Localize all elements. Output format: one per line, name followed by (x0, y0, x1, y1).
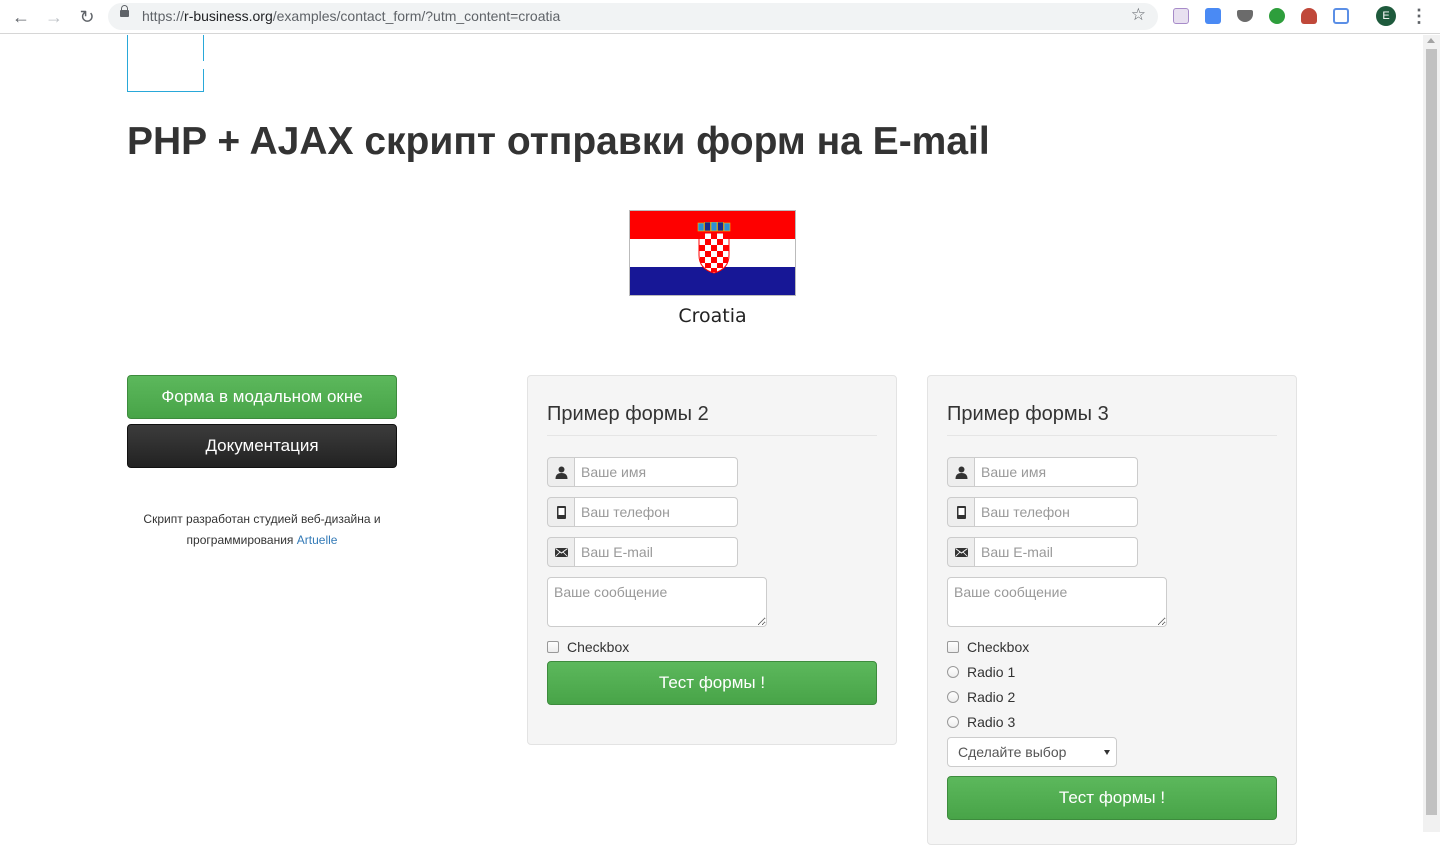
phone-icon (547, 497, 575, 527)
artuelle-link[interactable]: Artuelle (297, 533, 338, 547)
form2-phone-input[interactable] (574, 497, 738, 527)
translate-extension-icon[interactable] (1205, 8, 1221, 24)
forward-arrow-icon[interactable]: → (43, 6, 65, 28)
form3-select[interactable]: Сделайте выбор (947, 737, 1117, 767)
envelope-icon (547, 537, 575, 567)
form3-email-group (947, 537, 1138, 567)
modal-form-button[interactable]: Форма в модальном окне (127, 375, 397, 419)
extension-red-icon[interactable] (1301, 8, 1317, 24)
scroll-up-arrow-icon[interactable] (1427, 38, 1435, 43)
credits-label: Скрипт разработан студией веб-дизайна и … (143, 512, 381, 547)
site-logo[interactable] (127, 35, 204, 92)
form2-name-group (547, 457, 738, 487)
documentation-button[interactable]: Документация (127, 424, 397, 468)
form2-email-group (547, 537, 738, 567)
form3-select-value: Сделайте выбор (958, 744, 1067, 760)
scroll-thumb[interactable] (1426, 49, 1437, 815)
form2-checkbox-label: Checkbox (567, 639, 630, 655)
scrollbar[interactable] (1423, 35, 1440, 832)
extension-green-icon[interactable] (1269, 8, 1285, 24)
form3-divider (947, 435, 1277, 436)
form3-name-group (947, 457, 1138, 487)
form2-title: Пример формы 2 (547, 403, 709, 425)
form3-checkbox-label: Checkbox (967, 639, 1030, 655)
extension-icon[interactable] (1237, 10, 1253, 22)
form3-checkbox[interactable] (947, 641, 959, 653)
form2-panel: Пример формы 2 Checkbox Тест формы ! (527, 375, 897, 745)
form3-phone-group (947, 497, 1138, 527)
form2-divider (547, 435, 877, 436)
form3-title: Пример формы 3 (947, 403, 1109, 425)
form3-radio[interactable] (947, 716, 959, 728)
browser-menu-icon[interactable]: ⋮ (1410, 6, 1428, 26)
form2-name-input[interactable] (574, 457, 738, 487)
form2-submit-button[interactable]: Тест формы ! (547, 661, 877, 705)
credits-text: Скрипт разработан студией веб-дизайна и … (127, 509, 397, 551)
coat-of-arms-icon (697, 222, 731, 274)
form2-email-input[interactable] (574, 537, 738, 567)
extension-blue-icon[interactable] (1333, 8, 1349, 24)
user-icon (547, 457, 575, 487)
reload-icon[interactable]: ↻ (76, 6, 98, 28)
croatia-flag-image (629, 210, 796, 296)
form3-radio[interactable] (947, 691, 959, 703)
pdf-extension-icon[interactable] (1173, 8, 1189, 24)
form2-checkbox[interactable] (547, 641, 559, 653)
form3-submit-button[interactable]: Тест формы ! (947, 776, 1277, 820)
form2-phone-group (547, 497, 738, 527)
user-icon (947, 457, 975, 487)
chevron-down-icon (1104, 750, 1110, 755)
lock-icon (120, 5, 129, 17)
form3-name-input[interactable] (974, 457, 1138, 487)
form3-email-input[interactable] (974, 537, 1138, 567)
form3-radio-label: Radio 2 (967, 689, 1016, 705)
form3-radio-label: Radio 3 (967, 714, 1016, 730)
envelope-icon (947, 537, 975, 567)
url-text: https://r-business.org/examples/contact_… (142, 8, 561, 24)
profile-avatar[interactable]: E (1376, 6, 1396, 26)
form3-radio-label: Radio 1 (967, 664, 1016, 680)
form2-message-textarea[interactable] (547, 577, 767, 627)
bookmark-star-icon[interactable]: ☆ (1131, 5, 1146, 25)
form3-message-textarea[interactable] (947, 577, 1167, 627)
form3-phone-input[interactable] (974, 497, 1138, 527)
form3-radio[interactable] (947, 666, 959, 678)
page-title: PHP + AJAX скрипт отправки форм на E-mai… (127, 120, 990, 163)
country-name: Croatia (678, 305, 747, 327)
address-bar[interactable]: https://r-business.org/examples/contact_… (108, 3, 1158, 30)
back-arrow-icon[interactable]: ← (10, 6, 32, 28)
browser-toolbar: ← → ↻ https://r-business.org/examples/co… (0, 0, 1440, 34)
phone-icon (947, 497, 975, 527)
form3-panel: Пример формы 3 Checkbox Radio 1 Radio 2 … (927, 375, 1297, 845)
